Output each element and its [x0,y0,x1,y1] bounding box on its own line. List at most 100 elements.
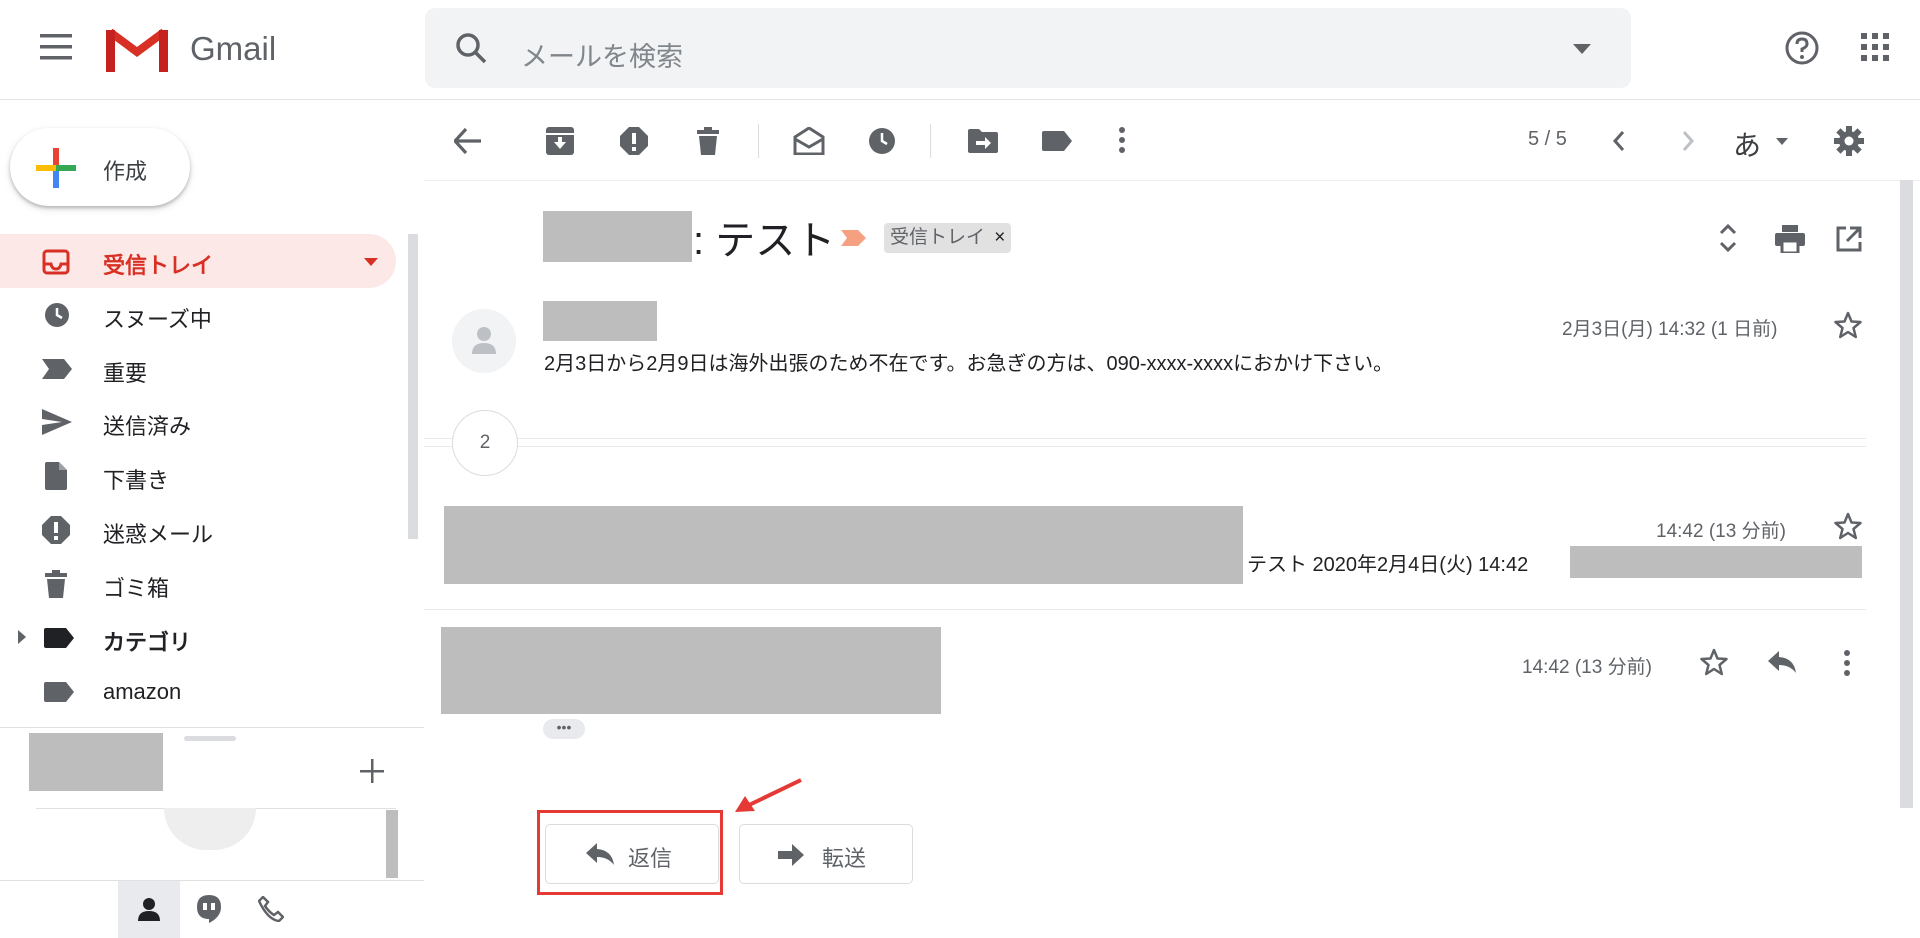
person-icon [138,897,160,921]
snooze-clock-icon[interactable] [868,127,896,155]
message-date: 14:42 (13 分前) [1656,521,1786,542]
sidebar-item-spam[interactable]: 迷惑メール [0,503,396,557]
sidebar-item-label: 迷惑メール [103,522,214,547]
search-icon[interactable] [455,32,487,64]
hangouts-scrollbar[interactable] [386,810,398,878]
forward-icon [778,844,804,866]
phone-icon[interactable] [258,896,284,922]
add-contact-plus-icon[interactable] [360,759,384,783]
sidebar-item-label: 受信トレイ [103,253,214,278]
important-icon [42,359,72,379]
move-to-icon[interactable] [968,129,998,153]
compose-plus-icon [36,148,76,188]
highlight-box [537,810,723,895]
report-spam-icon[interactable] [620,127,648,155]
top-header: Gmail メールを検索 [0,0,1920,100]
apps-grid-icon[interactable] [1861,33,1889,61]
message-snippet[interactable]: テスト 2020年2月4日(火) 14:42 [1247,548,1528,577]
sidebar-item-label: 送信済み [103,414,192,439]
newer-chevron-left-icon[interactable] [1613,131,1625,151]
sidebar-scrollbar[interactable] [408,234,418,539]
sidebar-item-label: カテゴリ [103,630,192,655]
sidebar-divider [0,727,424,728]
sidebar-item-label: 重要 [103,361,148,386]
search-options-dropdown-icon[interactable] [1573,44,1591,54]
main-menu-icon[interactable] [40,34,72,60]
gmail-logo-icon[interactable] [106,26,168,72]
sidebar-item-drafts[interactable]: 下書き [0,449,396,503]
sidebar-item-categories[interactable]: カテゴリ [0,611,396,665]
hangouts-chat-icon[interactable] [197,895,221,923]
star-icon[interactable] [1700,648,1728,676]
open-new-window-icon[interactable] [1836,226,1862,252]
star-icon[interactable] [1834,512,1862,540]
help-icon[interactable] [1784,30,1820,66]
inbox-icon [42,249,70,275]
sidebar-item-trash[interactable]: ゴミ箱 [0,557,396,611]
sidebar-item-inbox[interactable]: 受信トレイ [0,234,396,288]
archive-icon[interactable] [546,127,574,155]
toolbar-separator [758,124,759,158]
forward-label: 転送 [822,846,867,871]
sidebar-item-label: 下書き [103,468,170,493]
sidebar-item-amazon[interactable]: amazon [0,665,396,719]
annotation-arrow-icon [733,778,803,816]
importance-marker-icon[interactable] [841,230,866,246]
star-icon[interactable] [1834,311,1862,339]
delete-icon[interactable] [697,127,719,155]
message-more-options-icon[interactable] [1844,650,1850,676]
toolbar-divider [424,180,1920,181]
send-icon [42,409,72,435]
input-tools-dropdown-icon[interactable] [1776,138,1788,145]
collapsed-messages-count[interactable]: 2 [452,410,518,476]
expand-arrow-icon[interactable] [18,630,26,644]
hangouts-drag-handle[interactable] [184,736,236,741]
more-options-icon[interactable] [1119,127,1125,153]
redacted-message-header [444,506,1243,584]
message-divider [424,609,1866,610]
search-input[interactable]: メールを検索 [521,35,683,74]
app-name[interactable]: Gmail [190,30,276,68]
compose-button[interactable]: 作成 [10,128,190,206]
labels-icon[interactable] [1042,131,1072,151]
sidebar-item-sent[interactable]: 送信済み [0,395,396,449]
contacts-tab[interactable] [118,881,180,938]
older-chevron-right-icon[interactable] [1682,131,1694,151]
expand-all-icon[interactable] [1718,223,1738,253]
input-tools-button[interactable]: あ [1733,124,1761,164]
mark-unread-icon[interactable] [793,127,825,155]
print-icon[interactable] [1775,225,1805,253]
bottom-divider [0,880,424,881]
remove-label-button[interactable]: × [994,227,1005,248]
forward-button[interactable]: 転送 [739,824,913,884]
search-bar[interactable]: メールを検索 [425,8,1631,88]
reply-arrow-icon[interactable] [1768,651,1796,673]
thread-subject: : テスト [693,219,836,263]
draft-icon [45,462,67,490]
sender-avatar[interactable] [452,309,516,373]
show-trimmed-content-button[interactable]: ••• [543,719,585,739]
settings-gear-icon[interactable] [1834,126,1864,156]
toolbar-separator [930,124,931,158]
message-date: 14:42 (13 分前) [1522,657,1652,678]
default-avatar-icon [472,326,496,354]
trash-icon [45,570,67,598]
sidebar-item-label: ゴミ箱 [103,576,170,601]
sidebar-item-important[interactable]: 重要 [0,342,396,396]
inbox-dropdown-icon[interactable] [364,258,378,266]
compose-label: 作成 [103,159,148,184]
label-icon [44,628,74,648]
clock-icon [44,302,70,328]
sidebar-item-snoozed[interactable]: スヌーズ中 [0,288,396,342]
sidebar-item-label: スヌーズ中 [103,307,212,332]
redacted-account-name [29,733,163,791]
collapsed-divider [424,446,1866,447]
label-chip-text: 受信トレイ [890,227,986,248]
redacted-subject [543,211,692,262]
spam-icon [42,516,70,544]
pagination-count: 5 / 5 [1528,128,1567,150]
message-snippet[interactable]: 2月3日から2月9日は海外出張のため不在です。お急ぎの方は、090-xxxx-x… [544,347,1393,376]
inbox-label-chip: 受信トレイ × [884,223,1012,253]
main-scrollbar[interactable] [1900,180,1913,808]
back-arrow-icon[interactable] [454,128,482,154]
